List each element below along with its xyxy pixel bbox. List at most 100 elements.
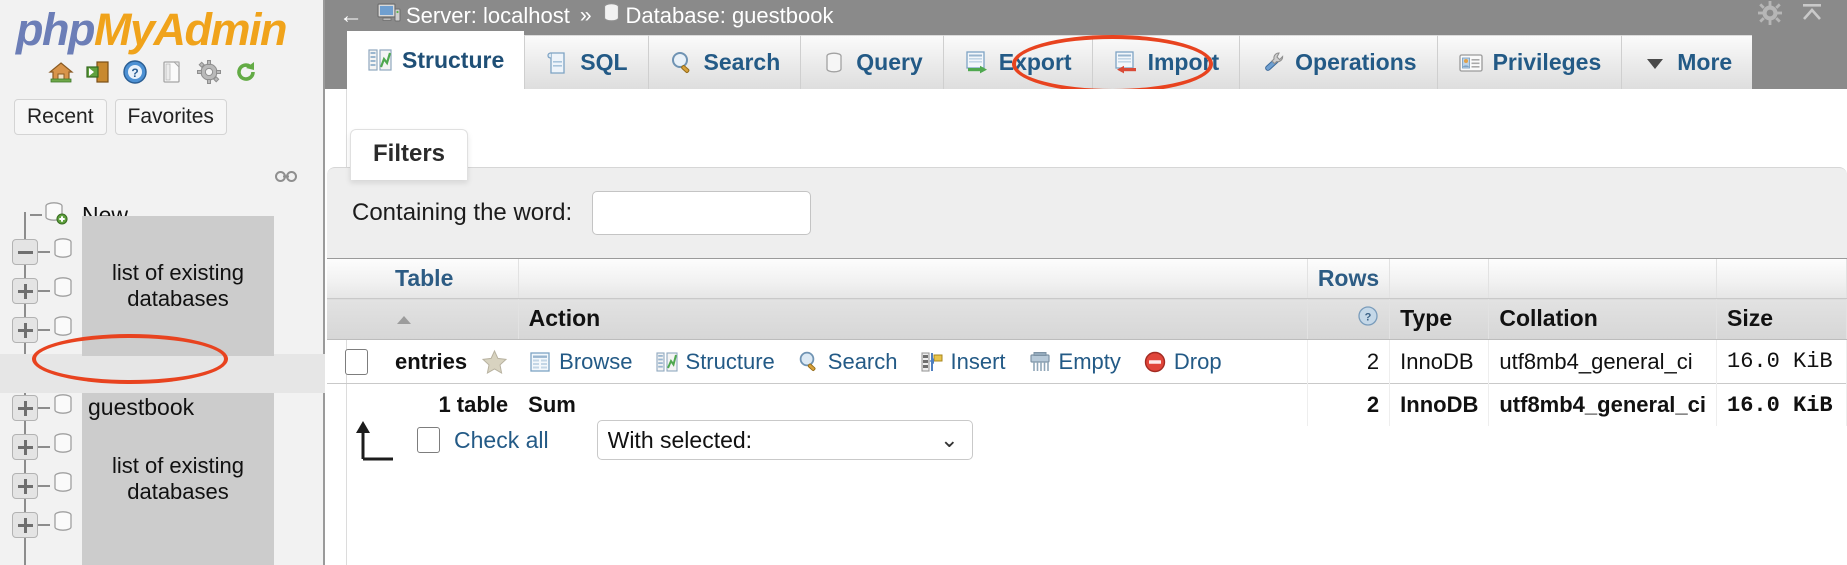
docs-help-icon[interactable]: ? [122, 59, 148, 85]
database-new-icon [44, 200, 68, 231]
filters-panel: Containing the word: [327, 167, 1847, 259]
action-insert[interactable]: Insert [920, 349, 1006, 375]
th-rows-help[interactable]: ? [1307, 298, 1391, 340]
annotation-text: list of existing databases [111, 453, 245, 504]
th-type [1389, 259, 1490, 299]
tab-label: Operations [1295, 49, 1417, 75]
tab-label: Export [998, 49, 1072, 75]
privileges-icon [1458, 50, 1484, 76]
back-arrow-icon[interactable]: ← [325, 2, 377, 30]
with-selected-wrapper: With selected: ⌄ [549, 420, 973, 460]
th-type-label: Type [1389, 298, 1490, 340]
tab-label: Search [703, 49, 781, 75]
th-sort-indicator[interactable] [385, 298, 519, 340]
tables-footer: Check all With selected: ⌄ [327, 419, 1847, 461]
action-label: Insert [950, 348, 1006, 374]
tab-import[interactable]: Import [1091, 35, 1240, 89]
tree-expand-toggle[interactable] [12, 394, 38, 421]
row-name-cell: entries [385, 340, 518, 384]
settings-icon[interactable] [196, 59, 222, 85]
link-chain-icon[interactable] [275, 170, 297, 188]
breadcrumb-database[interactable]: Database: guestbook [602, 2, 834, 30]
gear-icon[interactable] [1757, 0, 1783, 32]
table-row: entries Browse Structure Search Insert E… [327, 339, 1847, 384]
chevron-down-icon [1642, 50, 1668, 76]
th-table[interactable]: Table [385, 259, 519, 299]
structure-icon [655, 350, 679, 374]
svg-text:?: ? [131, 66, 138, 80]
check-all-checkbox[interactable] [417, 427, 440, 453]
logout-icon[interactable] [85, 59, 111, 85]
action-label: Drop [1173, 348, 1222, 374]
breadcrumb-separator: » [579, 3, 592, 27]
logo-myadmin-text: MyAdmin [93, 4, 288, 55]
tab-export[interactable]: Export [942, 35, 1092, 89]
row-rows: 2 [1307, 339, 1391, 384]
tab-more[interactable]: More [1621, 35, 1753, 89]
annotation-text: list of existing databases [111, 260, 245, 311]
containing-word-label: Containing the word: [352, 199, 573, 226]
action-drop[interactable]: Drop [1143, 349, 1222, 375]
tab-label: More [1677, 49, 1733, 75]
recent-button[interactable]: Recent [14, 99, 107, 136]
phpmyadmin-logo[interactable]: phpMyAdmin [0, 0, 323, 53]
action-search[interactable]: Search [797, 349, 898, 375]
action-label: Empty [1058, 348, 1121, 374]
database-icon [52, 275, 74, 306]
row-size: 16.0 KiB [1716, 339, 1847, 384]
documentation-icon[interactable] [159, 59, 185, 85]
tables-list: Table Rows Action ? Type Collation Size … [327, 259, 1847, 427]
database-icon [52, 509, 74, 540]
action-structure[interactable]: Structure [655, 349, 775, 375]
annotation-existing-databases-top: list of existing databases [82, 216, 274, 356]
structure-icon [367, 47, 393, 73]
tree-item-guestbook[interactable]: guestbook [0, 388, 325, 427]
row-checkbox[interactable] [344, 349, 368, 376]
row-checkbox-cell [327, 340, 385, 384]
action-browse[interactable]: Browse [528, 349, 633, 375]
with-selected-select[interactable]: With selected: [596, 420, 973, 460]
tab-structure[interactable]: Structure [347, 31, 525, 89]
search-icon [669, 50, 695, 76]
breadcrumb-server[interactable]: Server: localhost [377, 2, 570, 30]
help-icon[interactable]: ? [1357, 306, 1379, 332]
th-action [518, 259, 1308, 299]
th-rows[interactable]: Rows [1307, 259, 1391, 299]
tree-expand-toggle[interactable] [12, 433, 38, 460]
tab-label: SQL [580, 49, 628, 75]
server-label: Server: localhost [406, 2, 570, 28]
database-label: Database: guestbook [625, 2, 834, 28]
containing-word-input[interactable] [592, 191, 812, 235]
empty-icon [1028, 350, 1052, 374]
filters-panel-title[interactable]: Filters [350, 129, 469, 180]
table-name-link[interactable]: entries [395, 349, 467, 375]
tab-sql[interactable]: SQL [524, 35, 648, 89]
reload-icon[interactable] [233, 59, 259, 85]
tree-expand-toggle[interactable] [12, 277, 38, 304]
collapse-icon[interactable] [1799, 1, 1825, 31]
row-type: InnoDB [1389, 339, 1490, 384]
database-icon [52, 392, 74, 423]
operations-icon [1260, 50, 1286, 76]
tree-expand-toggle[interactable] [12, 316, 38, 343]
logo-php-text: php [16, 4, 95, 55]
database-icon [52, 431, 74, 462]
star-icon[interactable] [481, 349, 508, 375]
tab-operations[interactable]: Operations [1239, 35, 1437, 89]
tab-privileges[interactable]: Privileges [1436, 35, 1622, 89]
tab-search[interactable]: Search [647, 35, 801, 89]
action-empty[interactable]: Empty [1028, 349, 1121, 375]
th-size [1716, 259, 1847, 299]
sort-asc-icon [395, 305, 413, 331]
favorites-button[interactable]: Favorites [114, 99, 227, 136]
server-icon [377, 2, 401, 30]
browse-icon [528, 350, 552, 374]
tree-expand-toggle[interactable] [12, 511, 38, 538]
topbar-actions [1757, 0, 1847, 32]
check-all-label[interactable]: Check all [454, 427, 549, 454]
tab-query[interactable]: Query [800, 35, 943, 89]
home-icon[interactable] [48, 59, 74, 85]
tree-expand-toggle[interactable] [12, 472, 38, 499]
tree-collapse-toggle[interactable] [12, 238, 38, 265]
structure-content: Filters Containing the word: Table Rows [325, 89, 1847, 565]
